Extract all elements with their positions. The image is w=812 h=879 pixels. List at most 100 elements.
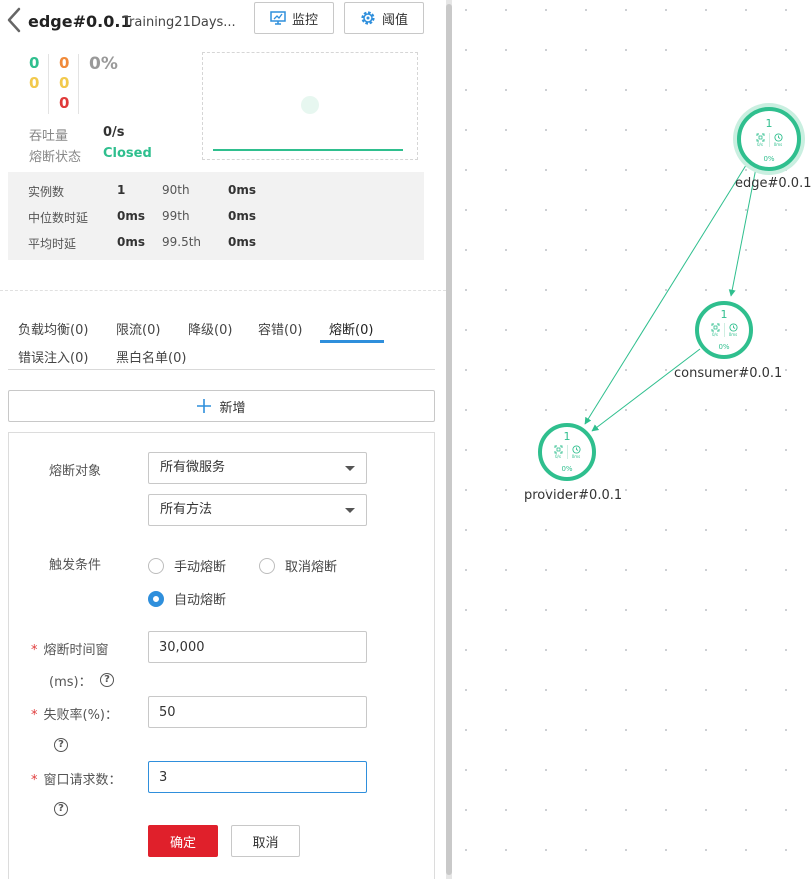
node-throughput: 0/s	[711, 323, 720, 337]
window-input[interactable]	[148, 631, 367, 663]
method-select[interactable]: 所有方法	[148, 494, 367, 526]
radio-circle-icon	[148, 557, 164, 574]
radio-cancel-break[interactable]: 取消熔断	[259, 556, 337, 575]
latency-table: 实例数 1 90th 0ms 中位数时延 0ms 99th 0ms 平均时延 0…	[8, 172, 424, 260]
request-count-label-text: 窗口请求数：	[43, 773, 122, 788]
detail-panel: edge#0.0.1 Training21Days... 监控 阈值 0 0 0…	[0, 0, 446, 879]
chevron-down-icon	[345, 466, 355, 471]
radio-auto-label: 自动熔断	[174, 593, 227, 608]
node-count: 1	[720, 308, 728, 321]
method-select-value: 所有方法	[160, 502, 213, 517]
tab-load-balance[interactable]: 负载均衡(0)	[18, 319, 88, 338]
p995-label: 99.5th	[162, 235, 202, 249]
topology-node-provider[interactable]: 1 0/s 0ms 0%	[538, 423, 596, 481]
help-icon[interactable]: ?	[54, 802, 68, 816]
add-rule-label: 新增	[219, 400, 246, 416]
sparkline-chart	[202, 52, 418, 160]
median-value: 0ms	[117, 209, 145, 223]
node-latency: 0ms	[572, 445, 581, 459]
radio-manual-label: 手动熔断	[174, 560, 227, 575]
required-mark: *	[31, 708, 38, 723]
tab-circuit-breaker[interactable]: 熔断(0)	[329, 319, 373, 338]
section-divider	[0, 290, 446, 291]
node-throughput-value: 0/s	[757, 142, 763, 147]
topology-node-edge[interactable]: 1 0/s 0ms 0%	[737, 107, 801, 171]
p995-value: 0ms	[228, 235, 256, 249]
node-throughput: 0/s	[756, 133, 765, 147]
p99-label: 99th	[162, 209, 190, 223]
service-select-value: 所有微服务	[160, 460, 226, 475]
node-metric-divider	[566, 445, 568, 459]
tab-fault-injection[interactable]: 错误注入(0)	[18, 347, 88, 366]
confirm-button[interactable]: 确定	[148, 825, 218, 857]
avg-latency-value: 0ms	[117, 235, 145, 249]
request-count-input[interactable]	[148, 761, 367, 793]
fail-rate-label-text: 失败率(%)：	[43, 708, 119, 723]
monitor-icon	[270, 11, 286, 25]
node-error-percent: 0%	[561, 465, 573, 473]
p90-label: 90th	[162, 183, 190, 197]
node-metric-divider	[768, 133, 770, 147]
scan-icon	[711, 323, 719, 332]
node-metric-divider	[723, 323, 725, 337]
error-percentage: 0%	[89, 54, 118, 74]
node-error-percent: 0%	[763, 155, 775, 163]
node-latency: 0ms	[729, 323, 738, 337]
clock-icon	[773, 133, 783, 142]
throughput-value: 0/s	[103, 125, 125, 140]
topology-node-consumer[interactable]: 1 0/s 0ms 0%	[695, 301, 753, 359]
fail-rate-input[interactable]	[148, 696, 367, 728]
median-label: 中位数时延	[28, 211, 89, 225]
back-icon[interactable]	[4, 6, 24, 34]
node-latency-value: 0ms	[571, 454, 581, 459]
window-label: * 熔断时间窗	[31, 639, 109, 658]
gear-icon	[361, 11, 375, 25]
chevron-down-icon	[345, 508, 355, 513]
scan-icon	[554, 445, 562, 454]
required-mark: *	[31, 643, 38, 658]
tab-rate-limit[interactable]: 限流(0)	[116, 319, 160, 338]
throughput-label: 吞吐量	[29, 129, 69, 144]
node-throughput: 0/s	[554, 445, 563, 459]
trigger-label: 触发条件	[49, 558, 102, 573]
window-label-text: 熔断时间窗	[43, 643, 109, 658]
node-latency-value: 0ms	[728, 332, 738, 337]
node-throughput-value: 0/s	[555, 454, 561, 459]
threshold-button[interactable]: 阈值	[344, 2, 424, 34]
radio-cancel-label: 取消熔断	[285, 560, 338, 575]
breaker-status-label: 熔断状态	[29, 150, 82, 165]
tabs-border	[8, 369, 435, 370]
topology-canvas[interactable]: 1 0/s 0ms 0% edge#0.0.1 1 0/s 0ms 0% con…	[452, 0, 812, 879]
radio-checked-icon	[148, 590, 164, 607]
tab-degrade[interactable]: 降级(0)	[188, 319, 232, 338]
node-metrics: 0/s 0ms	[542, 445, 592, 459]
tab-fault-tolerance[interactable]: 容错(0)	[258, 319, 302, 338]
service-select[interactable]: 所有微服务	[148, 452, 367, 484]
fail-rate-label: * 失败率(%)：	[31, 704, 118, 723]
sparkline-dot	[301, 96, 319, 114]
add-rule-button[interactable]: 新增	[8, 390, 435, 422]
stats-divider	[48, 54, 49, 114]
service-title: edge#0.0.1	[28, 12, 132, 31]
cancel-button[interactable]: 取消	[231, 825, 300, 857]
node-latency: 0ms	[774, 133, 783, 147]
radio-circle-icon	[259, 557, 275, 574]
node-latency-value: 0ms	[773, 142, 783, 147]
rejected-count: 0	[59, 74, 70, 92]
threshold-label: 阈值	[381, 12, 408, 28]
instances-value: 1	[117, 183, 126, 197]
radio-manual-break[interactable]: 手动熔断	[148, 556, 226, 575]
help-icon[interactable]: ?	[54, 738, 68, 752]
required-mark: *	[31, 773, 38, 788]
node-label-edge: edge#0.0.1	[735, 176, 812, 191]
clock-icon	[728, 323, 738, 332]
edge-edge-provider	[584, 161, 749, 425]
instances-label: 实例数	[28, 185, 65, 199]
radio-auto-break[interactable]: 自动熔断	[148, 589, 226, 608]
help-icon[interactable]: ?	[100, 673, 114, 687]
monitor-button[interactable]: 监控	[254, 2, 334, 34]
node-label-consumer: consumer#0.0.1	[674, 366, 783, 381]
target-label: 熔断对象	[49, 464, 102, 479]
tab-blacklist-whitelist[interactable]: 黑白名单(0)	[116, 347, 186, 366]
clock-icon	[571, 445, 581, 454]
